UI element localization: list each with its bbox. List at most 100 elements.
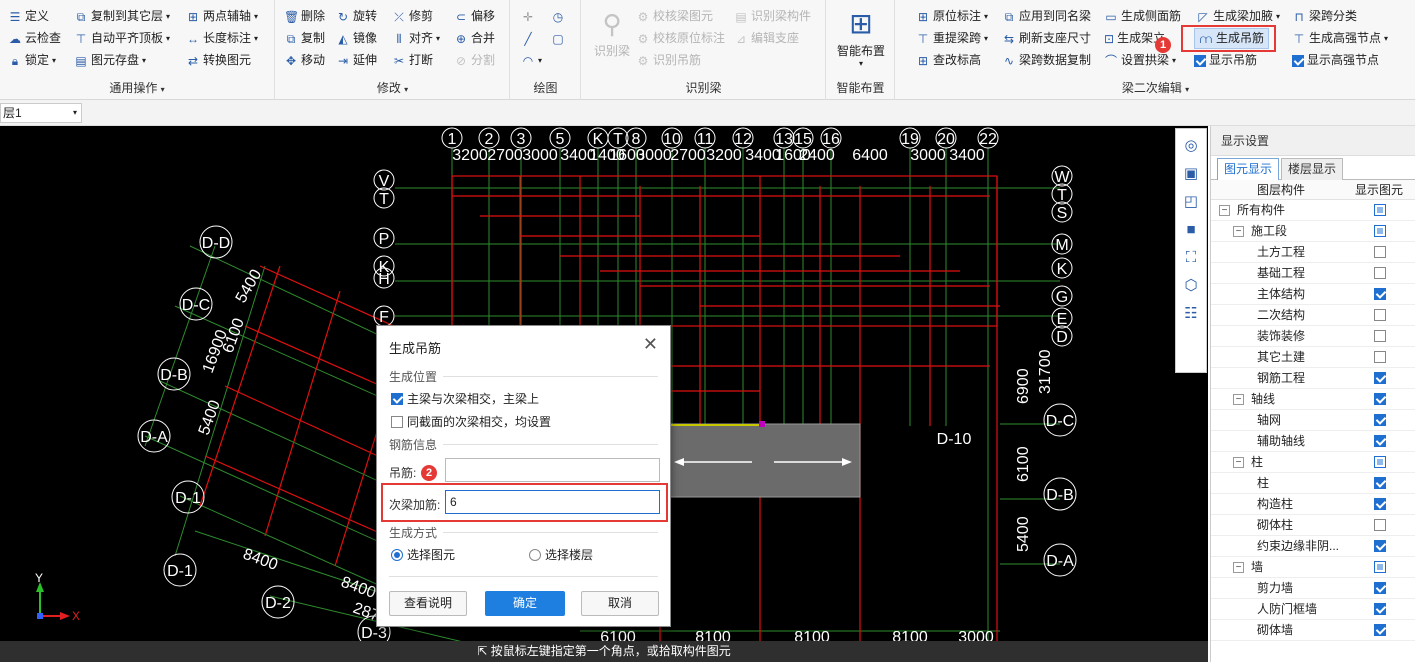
save-elements-button[interactable]: ▤ 图元存盘 ▾ (74, 50, 146, 71)
layer-row[interactable]: − 柱 (1211, 452, 1415, 473)
select-floor-radio[interactable] (529, 548, 541, 561)
high-strength-node-button[interactable]: ⊤ 生成高强节点 ▾ (1292, 28, 1388, 49)
lock-button[interactable]: 🔒︎ 锁定 ▾ (8, 50, 56, 71)
selected-beam[interactable] (661, 423, 861, 498)
line-tool[interactable]: ╱ (521, 28, 535, 49)
copy-to-floor-button[interactable]: ⧉ 复制到其它层 ▾ (74, 6, 170, 27)
check-in-situ-button[interactable]: ⚙ 校核原位标注 (636, 28, 725, 49)
layer-visibility-checkbox[interactable] (1374, 414, 1386, 426)
split-button[interactable]: ⊘ 分割 (454, 50, 495, 71)
in-situ-mark-button[interactable]: ⊞ 原位标注 ▾ (916, 6, 988, 27)
radio-select-floor[interactable]: 选择楼层 (529, 546, 593, 563)
layer-visibility-checkbox[interactable] (1374, 540, 1386, 552)
layer-visibility-checkbox[interactable] (1374, 603, 1386, 615)
layer-row[interactable]: 其它土建 (1211, 347, 1415, 368)
floor-select[interactable]: 层1 ▾ (0, 103, 82, 123)
cloud-check-button[interactable]: ☁ 云检查 (8, 28, 61, 49)
layer-row[interactable]: 辅助轴线 (1211, 431, 1415, 452)
solid-cube-icon[interactable]: ■ (1180, 219, 1202, 241)
hanger-input[interactable] (445, 458, 660, 482)
layer-row[interactable]: 基础工程 (1211, 263, 1415, 284)
collapse-toggle-icon[interactable]: − (1233, 226, 1244, 237)
delete-button[interactable]: 🗑︎ 删除 (284, 6, 325, 27)
refresh-support-button[interactable]: ⇆ 刷新支座尺寸 (1002, 28, 1091, 49)
trim-button[interactable]: ⤫ 修剪 (392, 6, 433, 27)
haunch-button[interactable]: ◸ 生成梁加腋 ▾ (1196, 6, 1280, 27)
layer-row[interactable]: 约束边缘非阴... (1211, 536, 1415, 557)
align-button[interactable]: ⫴ 对齐 ▾ (392, 28, 440, 49)
option-same-section[interactable]: 同截面的次梁相交，均设置 (391, 413, 551, 430)
orbit-icon[interactable]: ◎ (1180, 135, 1202, 157)
layer-visibility-checkbox[interactable] (1374, 582, 1386, 594)
layer-row[interactable]: 砌体墙 (1211, 620, 1415, 641)
auto-align-top-button[interactable]: ⊤ 自动平齐顶板 ▾ (74, 28, 170, 49)
span-data-copy-button[interactable]: ∿ 梁跨数据复制 (1002, 50, 1091, 71)
layer-visibility-checkbox[interactable] (1374, 456, 1386, 468)
check-elevation-button[interactable]: ⊞ 查改标高 (916, 50, 981, 71)
layer-visibility-checkbox[interactable] (1374, 372, 1386, 384)
layer-visibility-checkbox[interactable] (1374, 561, 1386, 573)
layer-row[interactable]: 土方工程 (1211, 242, 1415, 263)
tab-element-display[interactable]: 图元显示 (1217, 158, 1280, 180)
rotate-button[interactable]: ↻ 旋转 (336, 6, 377, 27)
layer-visibility-checkbox[interactable] (1374, 246, 1386, 258)
show-hanger-toggle[interactable]: 显示吊筋 (1194, 50, 1257, 71)
zoom-extents-icon[interactable]: ⛶ (1180, 247, 1202, 269)
arch-beam-button[interactable]: ⌒ 设置拱梁 ▾ (1104, 50, 1176, 71)
break-button[interactable]: ✂ 打断 (392, 50, 433, 71)
layer-row[interactable]: 二次结构 (1211, 305, 1415, 326)
arc-tool[interactable]: ◠ ▾ (521, 50, 542, 71)
layer-visibility-checkbox[interactable] (1374, 435, 1386, 447)
layer-row[interactable]: − 所有构件 (1211, 200, 1415, 221)
check-beam-elements-button[interactable]: ⚙ 校核梁图元 (636, 6, 713, 27)
layer-row[interactable]: 轴网 (1211, 410, 1415, 431)
same-section-checkbox[interactable] (391, 415, 403, 428)
layer-visibility-checkbox[interactable] (1374, 309, 1386, 321)
define-button[interactable]: ☰ 定义 (8, 6, 49, 27)
layer-visibility-checkbox[interactable] (1374, 519, 1386, 531)
merge-button[interactable]: ⊕ 合并 (454, 28, 495, 49)
layer-row[interactable]: 砌体柱 (1211, 515, 1415, 536)
layer-row[interactable]: − 施工段 (1211, 221, 1415, 242)
layer-row[interactable]: − 墙 (1211, 557, 1415, 578)
3d-view-icon[interactable]: ▣ (1180, 163, 1202, 185)
layer-row[interactable]: 钢筋工程 (1211, 368, 1415, 389)
layer-row[interactable]: 剪力墙 (1211, 578, 1415, 599)
layer-row[interactable]: 主体结构 (1211, 284, 1415, 305)
cancel-button[interactable]: 取消 (581, 591, 659, 616)
identify-beam-button[interactable]: ⚲ 识别梁 (590, 6, 634, 59)
layer-visibility-checkbox[interactable] (1374, 288, 1386, 300)
layer-visibility-checkbox[interactable] (1374, 351, 1386, 363)
layer-visibility-checkbox[interactable] (1374, 393, 1386, 405)
collapse-toggle-icon[interactable]: − (1233, 562, 1244, 573)
apply-same-beam-button[interactable]: ⧉ 应用到同名梁 (1002, 6, 1091, 27)
side-rebar-button[interactable]: ▭ 生成侧面筋 (1104, 6, 1181, 27)
rotate-point-tool[interactable]: ◷ (551, 6, 565, 27)
copy-button[interactable]: ⧉ 复制 (284, 28, 325, 49)
layer-row[interactable]: 装饰装修 (1211, 326, 1415, 347)
close-icon[interactable]: ✕ (643, 334, 658, 355)
layer-row[interactable]: − 轴线 (1211, 389, 1415, 410)
show-high-strength-toggle[interactable]: 显示高强节点 (1292, 50, 1379, 71)
help-button[interactable]: 查看说明 (389, 591, 467, 616)
component-icon[interactable]: ⬡ (1180, 275, 1202, 297)
layer-visibility-checkbox[interactable] (1374, 498, 1386, 510)
convert-elements-button[interactable]: ⇄ 转换图元 (186, 50, 251, 71)
layer-visibility-checkbox[interactable] (1374, 225, 1386, 237)
ok-button[interactable]: 确定 (485, 591, 565, 616)
smart-layout-button[interactable]: ⊞ 智能布置 ▾ (833, 6, 889, 68)
option-main-beam[interactable]: 主梁与次梁相交，主梁上 (391, 390, 539, 407)
layer-visibility-checkbox[interactable] (1374, 204, 1386, 216)
offset-button[interactable]: ⊂ 偏移 (454, 6, 495, 27)
show-high-strength-checkbox[interactable] (1292, 54, 1304, 67)
layer-visibility-checkbox[interactable] (1374, 267, 1386, 279)
layer-row[interactable]: 柱 (1211, 473, 1415, 494)
layer-visibility-checkbox[interactable] (1374, 330, 1386, 342)
span-classify-button[interactable]: ⊓ 梁跨分类 (1292, 6, 1357, 27)
move-button[interactable]: ✥ 移动 (284, 50, 325, 71)
rect-tool[interactable]: ▢ (551, 28, 565, 49)
select-element-radio[interactable] (391, 548, 403, 561)
show-hanger-checkbox[interactable] (1194, 54, 1206, 67)
layer-visibility-checkbox[interactable] (1374, 624, 1386, 636)
point-tool[interactable]: ✛ (521, 6, 535, 27)
